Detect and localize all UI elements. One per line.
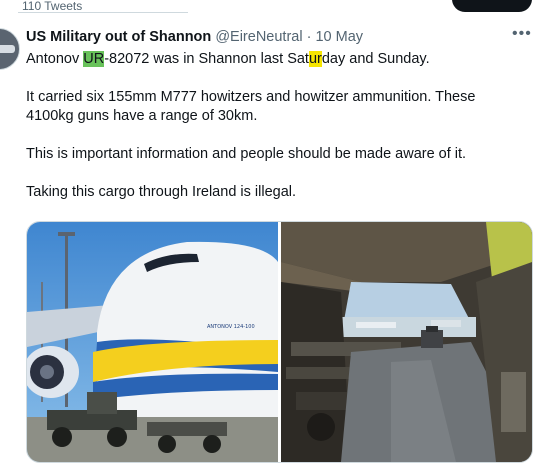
follow-button[interactable] — [452, 0, 532, 12]
author-handle[interactable]: @EireNeutral — [215, 29, 302, 45]
tweet-paragraph-3: This is important information and people… — [26, 146, 467, 162]
header-divider — [18, 12, 188, 16]
tweet-paragraph-2: It carried six 155mm M777 howitzers and … — [26, 89, 476, 124]
cargo-hold-photo[interactable] — [281, 222, 532, 462]
profile-topbar: 110 Tweets — [0, 0, 540, 16]
antonov-plane-photo[interactable]: ANTONOV 124-100 — [27, 222, 278, 462]
avatar[interactable] — [0, 28, 20, 70]
tweet-paragraph-4: Taking this cargo through Ireland is ill… — [26, 184, 297, 200]
tweet-line-1: Antonov UR-82072 was in Shannon last Sat… — [26, 50, 526, 69]
text-fragment: -82072 was in Shannon last Sat — [104, 51, 309, 67]
text-fragment: day and Sunday. — [321, 51, 430, 67]
tweet-body: Antonov UR-82072 was in Shannon last Sat… — [26, 50, 526, 202]
highlight-yellow: ur — [308, 51, 322, 67]
tweet-header: US Military out of Shannon @EireNeutral … — [26, 28, 363, 48]
tweet-date[interactable]: 10 May — [315, 29, 363, 45]
tweet-media: ANTONOV 124-100 — [26, 221, 533, 463]
cargo-hold-svg — [281, 222, 532, 462]
highlight-green: UR — [83, 51, 105, 67]
fuselage-text: ANTONOV 124-100 — [207, 324, 255, 330]
avatar-plane-icon — [0, 45, 15, 53]
antonov-plane-svg: ANTONOV 124-100 — [27, 222, 278, 462]
text-fragment: Antonov — [26, 51, 84, 67]
author-name[interactable]: US Military out of Shannon — [26, 29, 211, 45]
header-separator: · — [306, 29, 312, 45]
more-options-icon[interactable]: ••• — [512, 26, 532, 42]
